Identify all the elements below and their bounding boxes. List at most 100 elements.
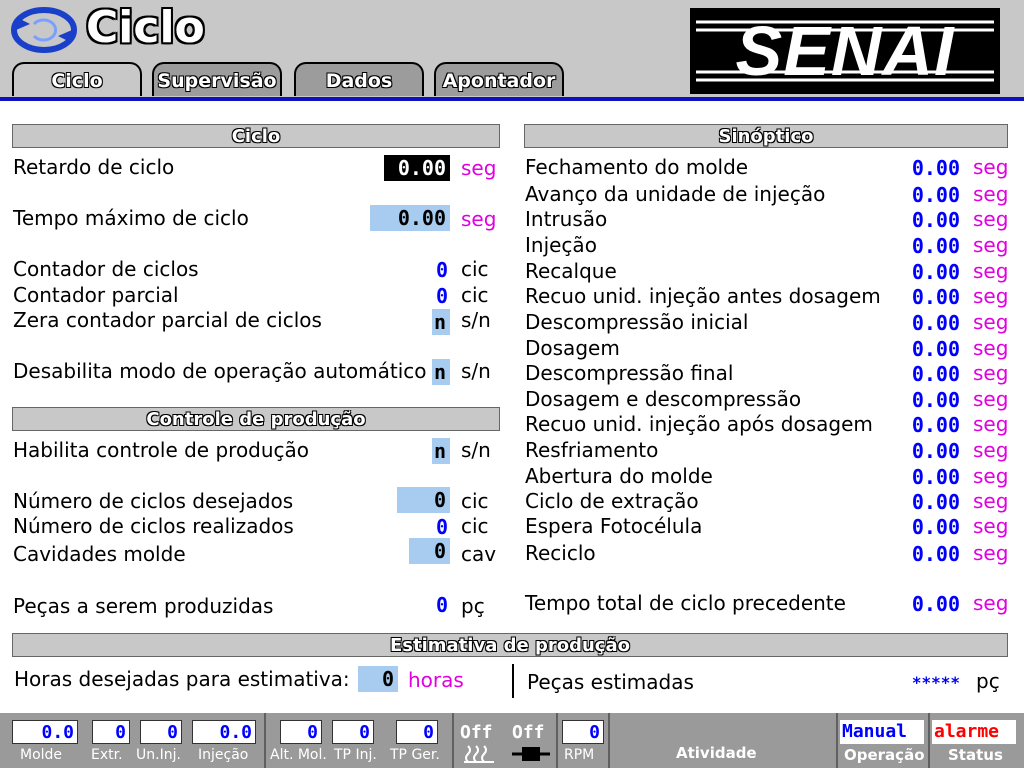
tab-label: Apontador [442,70,556,92]
status-divider [608,713,610,768]
sinoptico-item-unit: seg [973,233,1009,257]
sinoptico-item-unit: seg [973,284,1009,308]
sinoptico-item-label: Fechamento do molde [525,155,749,179]
horas-unit: horas [408,668,464,692]
logo-text: SENAI [735,12,955,90]
tpinj-value: 0 [332,720,374,744]
tab-label: Dados [325,70,393,92]
status-label: Status [948,746,1003,764]
sinoptico-item-value: 0.00 [911,465,960,489]
tempo-total-unit: seg [973,591,1009,615]
tempo-total-value: 0.00 [911,592,960,616]
sinoptico-item-unit: seg [973,514,1009,538]
operacao-value: Manual [842,721,908,742]
sinoptico-item-label: Recuo unid. injeção antes dosagem [525,284,881,308]
tpinj-label: TP Inj. [334,747,377,763]
heater-state: Off [460,722,493,743]
motor-icon [512,747,550,761]
tab-supervisao[interactable]: Supervisão [152,62,282,96]
desabilita-input[interactable]: n [432,359,450,385]
tempo-max-unit: seg [461,207,497,231]
cavidades-input[interactable]: 0 [409,538,450,564]
cavidades-unit: cav [461,542,497,566]
rpm-label: RPM [564,747,595,763]
sinoptico-item-unit: seg [973,412,1009,436]
zera-label: Zera contador parcial de ciclos [13,308,322,332]
contador-label: Contador de ciclos [13,257,199,281]
desejados-unit: cic [461,489,489,513]
section-estimativa-title: Estimativa de produção [12,633,1008,657]
sinoptico-item-label: Injeção [525,233,597,257]
status-divider [556,713,558,768]
sinoptico-item-value: 0.00 [911,285,960,309]
injecao-label: Injeção [198,747,249,763]
extr-value: 0 [92,720,130,744]
status-divider [928,713,930,768]
sinoptico-item-value: 0.00 [911,183,960,207]
sinoptico-item-value: 0.00 [911,439,960,463]
tab-apontador[interactable]: Apontador [434,62,564,96]
cavidades-label: Cavidades molde [13,542,186,566]
tab-ciclo[interactable]: Ciclo [12,62,142,96]
zera-unit: s/n [461,308,491,332]
contador-parcial-value: 0 [435,284,448,308]
sinoptico-item-label: Dosagem e descompressão [525,387,802,411]
uninj-value: 0 [140,720,182,744]
desabilita-label: Desabilita modo de operação automático [13,359,427,383]
operacao-label: Operação [844,746,925,764]
tab-dados[interactable]: Dados [294,62,424,96]
zera-input[interactable]: n [432,309,450,335]
section-producao-title: Controle de produção [12,407,500,431]
extr-label: Extr. [91,747,123,763]
tempo-max-input[interactable]: 0.00 [370,205,450,231]
sinoptico-item-unit: seg [973,387,1009,411]
sinoptico-item-value: 0.00 [911,208,960,232]
sinoptico-item-value: 0.00 [911,362,960,386]
senai-logo: SENAI [690,8,1000,94]
desabilita-unit: s/n [461,359,491,383]
sinoptico-item-unit: seg [973,259,1009,283]
estimativa-divider [512,664,514,698]
contador-parcial-unit: cic [461,283,489,307]
desejados-input[interactable]: 0 [397,487,450,513]
pecas-estimadas-value: ***** [911,673,960,692]
sinoptico-item-label: Descompressão final [525,361,734,385]
tempo-max-label: Tempo máximo de ciclo [13,206,249,230]
tab-label: Supervisão [157,70,277,92]
sinoptico-item-label: Reciclo [525,541,596,565]
sinoptico-item-label: Dosagem [525,336,620,360]
horas-label: Horas desejadas para estimativa: [14,667,350,691]
tpger-label: TP Ger. [390,747,440,763]
tempo-total-label: Tempo total de ciclo precedente [525,591,846,615]
status-divider [264,713,266,768]
retardo-input[interactable]: 0.00 [384,155,450,181]
sinoptico-item-unit: seg [973,310,1009,334]
sinoptico-item-unit: seg [973,361,1009,385]
sinoptico-item-unit: seg [973,155,1009,179]
horas-input[interactable]: 0 [358,666,398,692]
sinoptico-item-value: 0.00 [911,388,960,412]
retardo-label: Retardo de ciclo [13,155,175,179]
sinoptico-item-label: Recalque [525,259,617,283]
atividade-label: Atividade [676,744,757,762]
realizados-unit: cic [461,514,489,538]
contador-unit: cic [461,257,489,281]
sinoptico-item-value: 0.00 [911,234,960,258]
pecas-unit: pç [461,594,485,618]
uninj-label: Un.Inj. [136,747,181,763]
realizados-label: Número de ciclos realizados [13,514,294,538]
sinoptico-item-label: Resfriamento [525,438,659,462]
desejados-label: Número de ciclos desejados [13,489,294,513]
altmol-label: Alt. Mol. [270,747,327,763]
habilita-input[interactable]: n [432,438,450,464]
sinoptico-item-value: 0.00 [911,311,960,335]
sinoptico-item-label: Ciclo de extração [525,489,699,513]
section-ciclo-title: Ciclo [12,124,500,148]
page-title: Ciclo [86,2,205,53]
sinoptico-item-label: Avanço da unidade de injeção [525,182,826,206]
sinoptico-item-value: 0.00 [911,490,960,514]
contador-parcial-label: Contador parcial [13,283,179,307]
pecas-value: 0 [435,593,448,617]
sinoptico-item-value: 0.00 [911,515,960,539]
section-sinoptico-title: Sinóptico [524,124,1008,148]
